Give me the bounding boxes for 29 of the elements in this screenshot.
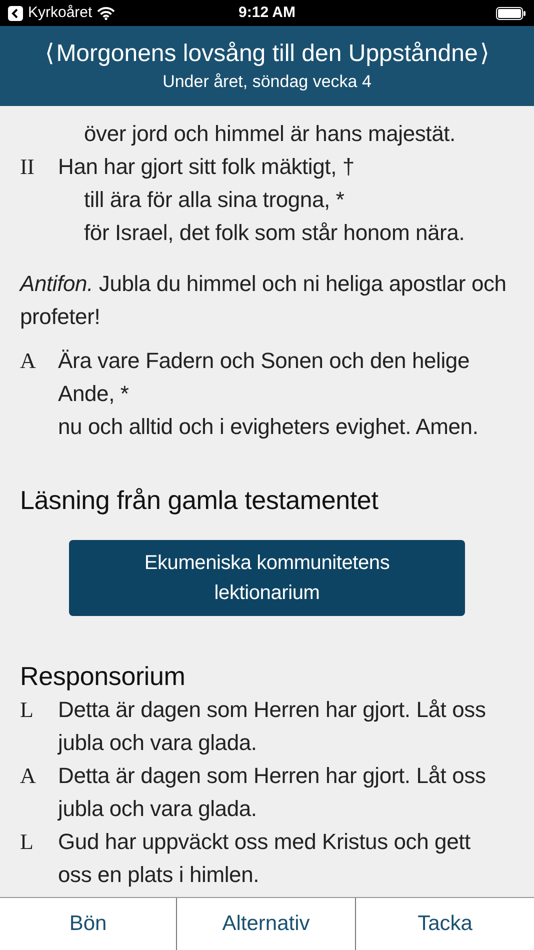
response-text: Gud har uppväckt oss med Kristus och gett oss en plats i himlen. <box>58 828 472 889</box>
battery-icon <box>496 6 526 20</box>
response-text: Detta är dagen som Herren har gjort. Låt oss jubla och vara glada. <box>58 696 487 757</box>
verse-marker: L <box>20 829 34 854</box>
verse-line: över jord och himmel är hans majestät. <box>83 120 456 148</box>
tab-button[interactable]: Alternativ <box>176 898 355 950</box>
header-subtitle: Under året, söndag vecka 4 <box>162 71 372 93</box>
header-title: Morgonens lovsång till den Uppståndne <box>56 39 478 69</box>
next-button[interactable]: ⟩ <box>480 38 489 70</box>
lectionary-button[interactable]: Ekumeniska kommunitetens lektionarium <box>69 540 465 616</box>
antiphon-text: Antifon. Jubla du himmel och ni heliga apostlar och profeter! <box>20 270 508 331</box>
verse-marker: II <box>20 154 34 179</box>
back-label[interactable]: Kyrkoåret <box>28 2 92 24</box>
verse-line: till ära för alla sina trogna, * <box>83 186 346 214</box>
section-heading: Responsorium <box>20 660 186 693</box>
back-icon[interactable] <box>8 6 23 20</box>
status-time: 9:12 AM <box>238 2 296 23</box>
previous-button[interactable]: ⟨ <box>45 38 54 70</box>
tab-button[interactable]: Bön <box>0 898 176 950</box>
wifi-icon <box>97 6 116 20</box>
verse-marker: A <box>20 763 36 788</box>
verse-marker: A <box>20 348 36 373</box>
verse-line: Han har gjort sitt folk mäktigt, † <box>58 153 356 181</box>
section-heading: Läsning från gamla testamentet <box>20 484 380 517</box>
verse-line: nu och alltid och i evigheters evighet. Amen. <box>58 413 480 441</box>
response-text: Detta är dagen som Herren har gjort. Låt oss jubla och vara glada. <box>58 762 487 823</box>
tab-button[interactable]: Tacka <box>355 898 534 950</box>
verse-marker: L <box>20 697 34 722</box>
verse-line: för Israel, det folk som står honom nära. <box>83 219 465 247</box>
